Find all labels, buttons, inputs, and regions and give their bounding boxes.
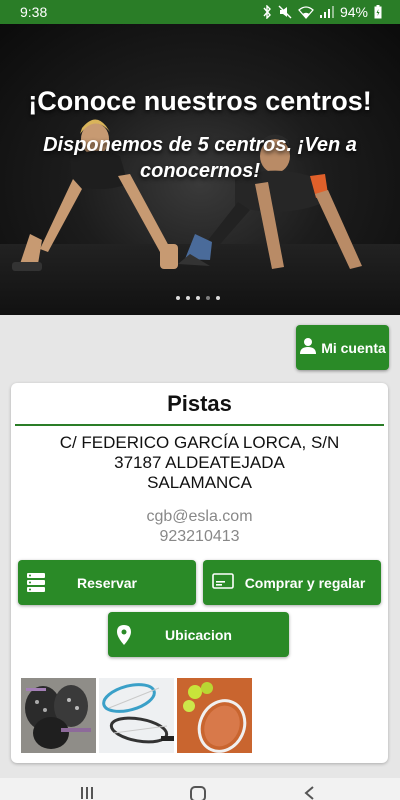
recent-apps-icon[interactable] [80,786,94,800]
reserve-label: Reservar [77,575,137,591]
carousel-dot[interactable] [176,296,180,300]
hero-subline: Disponemos de 5 centros. ¡Ven a conocern… [43,134,357,182]
address-block: C/ FEDERICO GARCÍA LORCA, S/N 37187 ALDE… [11,433,388,493]
system-nav-bar [0,778,400,800]
back-icon[interactable] [304,786,314,800]
card-title: Pistas [167,391,232,416]
photo-gallery [21,678,252,753]
signal-icon [319,6,334,18]
battery-icon [374,5,382,19]
battery-percent: 94% [339,4,368,20]
my-account-button[interactable]: Mi cuenta [296,325,389,370]
hero-carousel[interactable]: ¡Conoce nuestros centros! Disponemos de … [0,24,400,315]
address-line: 37187 ALDEATEJADA [114,453,285,472]
wifi-icon [298,5,314,19]
hero-headline: ¡Conoce nuestros centros! [28,86,372,116]
buy-gift-button[interactable]: Comprar y regalar [203,560,381,605]
carousel-dot[interactable] [186,296,190,300]
mute-icon [278,5,292,19]
buy-gift-label: Comprar y regalar [244,575,366,591]
facility-card: Pistas C/ FEDERICO GARCÍA LORCA, S/N 371… [11,383,388,763]
gallery-photo-paddle-rackets[interactable] [21,678,96,753]
phone-text[interactable]: 923210413 [11,527,388,547]
location-button[interactable]: Ubicacion [108,612,289,657]
contact-block: cgb@esla.com 923210413 [11,507,388,547]
address-line: SALAMANCA [147,473,252,492]
person-icon [299,337,317,358]
reserve-button[interactable]: Reservar [18,560,196,605]
address-line: C/ FEDERICO GARCÍA LORCA, S/N [59,433,340,452]
bluetooth-icon [262,5,272,19]
location-label: Ubicacion [165,627,232,643]
gallery-photo-tennis[interactable] [177,678,252,753]
title-divider [15,424,384,426]
gallery-photo-squash-rackets[interactable] [99,678,174,753]
status-time: 9:38 [20,4,48,20]
carousel-dot[interactable] [196,296,200,300]
status-bar: 9:38 94% [0,0,400,24]
my-account-label: Mi cuenta [321,339,386,356]
home-icon[interactable] [190,786,206,800]
carousel-indicator [176,296,220,300]
carousel-dot[interactable] [216,296,220,300]
carousel-dot[interactable] [206,296,210,300]
email-text[interactable]: cgb@esla.com [11,507,388,527]
